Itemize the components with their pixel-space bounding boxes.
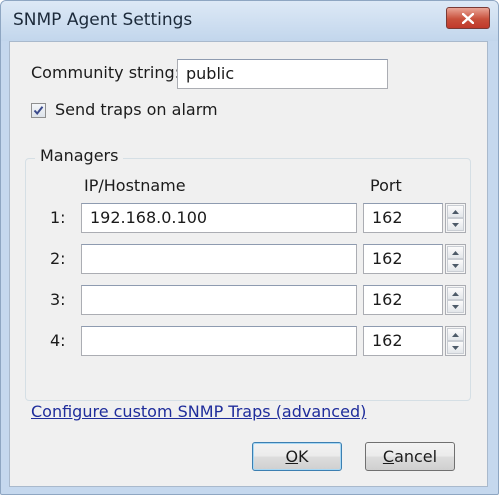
- arrow-up-icon: [452, 332, 459, 337]
- cancel-label-rest: ancel: [394, 447, 438, 466]
- dialog-body: Community string: public Send traps on a…: [9, 41, 488, 487]
- community-string-input[interactable]: public: [177, 59, 388, 89]
- checkmark-icon: [33, 106, 44, 116]
- manager-ip-input[interactable]: [81, 285, 357, 315]
- port-spinner[interactable]: [445, 285, 466, 315]
- snmp-settings-dialog: SNMP Agent Settings Community string: pu…: [0, 0, 499, 495]
- arrow-up-icon: [452, 291, 459, 296]
- port-header: Port: [370, 176, 402, 195]
- manager-ip-input[interactable]: [81, 244, 357, 274]
- dialog-title: SNMP Agent Settings: [13, 10, 193, 30]
- manager-row-label: 4:: [50, 331, 66, 350]
- manager-ip-input[interactable]: [81, 326, 357, 356]
- spin-down-button[interactable]: [447, 341, 464, 354]
- manager-ip-input[interactable]: 192.168.0.100: [81, 203, 357, 233]
- arrow-down-icon: [452, 345, 459, 350]
- close-button[interactable]: [446, 7, 490, 29]
- arrow-down-icon: [452, 304, 459, 309]
- close-icon: [462, 12, 474, 24]
- arrow-down-icon: [452, 222, 459, 227]
- title-bar[interactable]: SNMP Agent Settings: [1, 1, 498, 41]
- manager-row-label: 2:: [50, 249, 66, 268]
- send-traps-label[interactable]: Send traps on alarm: [55, 100, 218, 119]
- spin-down-button[interactable]: [447, 300, 464, 313]
- manager-port-input[interactable]: 162: [363, 285, 443, 315]
- port-spinner[interactable]: [445, 203, 466, 233]
- spin-down-button[interactable]: [447, 218, 464, 231]
- spin-up-button[interactable]: [447, 287, 464, 300]
- cancel-button[interactable]: Cancel: [365, 442, 455, 471]
- cancel-mnemonic: C: [382, 447, 395, 466]
- managers-group-title: Managers: [35, 146, 124, 165]
- ok-button[interactable]: OK: [252, 442, 342, 471]
- spin-up-button[interactable]: [447, 205, 464, 218]
- send-traps-checkbox[interactable]: [31, 103, 46, 118]
- spin-up-button[interactable]: [447, 328, 464, 341]
- spin-down-button[interactable]: [447, 259, 464, 272]
- port-spinner[interactable]: [445, 326, 466, 356]
- ok-label-rest: K: [298, 447, 309, 466]
- spin-up-button[interactable]: [447, 246, 464, 259]
- port-spinner[interactable]: [445, 244, 466, 274]
- manager-port-input[interactable]: 162: [363, 326, 443, 356]
- arrow-down-icon: [452, 263, 459, 268]
- ok-mnemonic: O: [285, 447, 299, 466]
- community-string-label: Community string:: [31, 63, 181, 82]
- ip-hostname-header: IP/Hostname: [84, 176, 186, 195]
- manager-row-label: 1:: [50, 208, 66, 227]
- arrow-up-icon: [452, 209, 459, 214]
- configure-custom-traps-link[interactable]: Configure custom SNMP Traps (advanced): [31, 402, 366, 421]
- manager-port-input[interactable]: 162: [363, 244, 443, 274]
- manager-row-label: 3:: [50, 290, 66, 309]
- manager-port-input[interactable]: 162: [363, 203, 443, 233]
- arrow-up-icon: [452, 250, 459, 255]
